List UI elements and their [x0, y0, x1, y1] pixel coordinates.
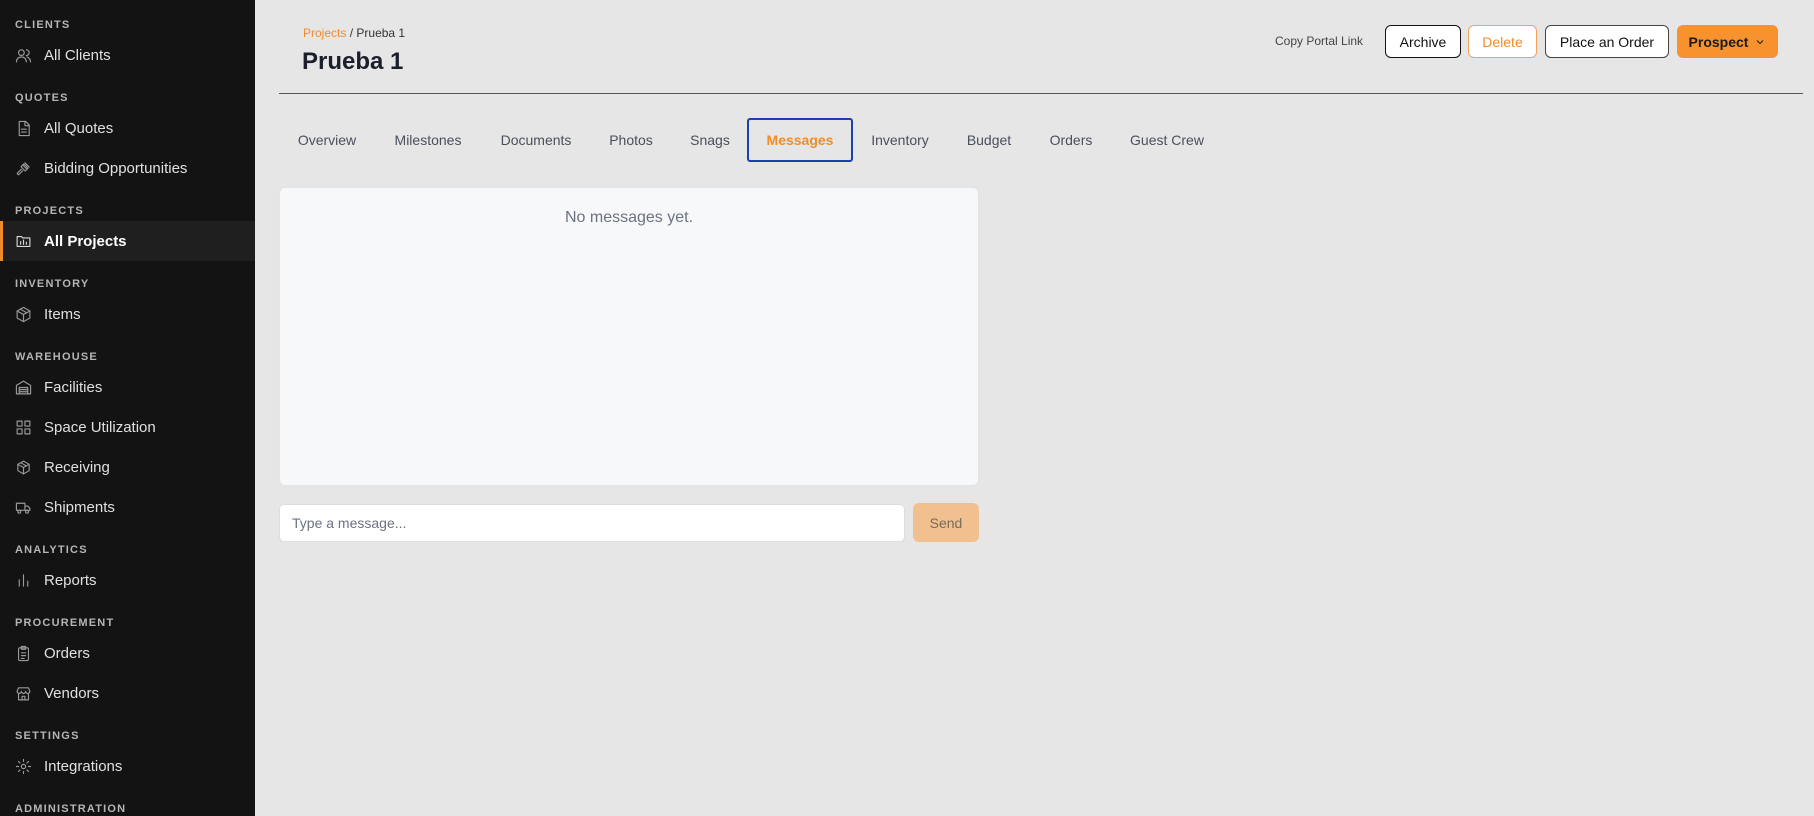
- sidebar-item-label: Integrations: [44, 757, 123, 775]
- gear-icon: [15, 758, 32, 775]
- chevron-down-icon: [1754, 36, 1766, 48]
- bar-chart-icon: [15, 572, 32, 589]
- breadcrumb-current: Prueba 1: [356, 26, 406, 40]
- header-divider: [279, 93, 1803, 94]
- copy-portal-link[interactable]: Copy Portal Link: [1275, 34, 1363, 48]
- sidebar-item-facilities[interactable]: Facilities: [0, 367, 255, 407]
- folder-chart-icon: [15, 233, 32, 250]
- sidebar-item-all-clients[interactable]: All Clients: [0, 35, 255, 75]
- breadcrumb-separator: /: [349, 26, 354, 40]
- tab-inventory[interactable]: Inventory: [862, 118, 938, 162]
- sidebar-item-label: Facilities: [44, 378, 103, 396]
- archive-button[interactable]: Archive: [1385, 25, 1461, 58]
- sidebar-item-label: Shipments: [44, 498, 115, 516]
- section-title-inventory: INVENTORY: [15, 278, 90, 290]
- section-title-quotes: QUOTES: [15, 92, 69, 104]
- sidebar-item-label: Items: [44, 305, 81, 323]
- sidebar-item-label: Bidding Opportunities: [44, 159, 188, 177]
- sidebar-item-label: Orders: [44, 644, 90, 662]
- tab-messages[interactable]: Messages: [747, 118, 853, 162]
- sidebar-item-all-projects[interactable]: All Projects: [0, 221, 255, 261]
- users-icon: [15, 47, 32, 64]
- sidebar-item-vendors[interactable]: Vendors: [0, 673, 255, 713]
- sidebar-item-bidding-opportunities[interactable]: Bidding Opportunities: [0, 148, 255, 188]
- section-title-procurement: PROCUREMENT: [15, 617, 115, 629]
- send-button[interactable]: Send: [913, 503, 979, 542]
- sidebar-item-receiving[interactable]: Receiving: [0, 447, 255, 487]
- sidebar-item-label: All Quotes: [44, 119, 114, 137]
- tab-overview[interactable]: Overview: [286, 118, 368, 162]
- section-title-settings: SETTINGS: [15, 730, 80, 742]
- gavel-icon: [15, 160, 32, 177]
- warehouse-icon: [15, 379, 32, 396]
- truck-icon: [15, 499, 32, 516]
- sidebar-item-space-utilization[interactable]: Space Utilization: [0, 407, 255, 447]
- sidebar-item-reports[interactable]: Reports: [0, 560, 255, 600]
- sidebar: CLIENTS All Clients QUOTES All Quotes Bi…: [0, 0, 255, 816]
- clipboard-icon: [15, 645, 32, 662]
- empty-messages-text: No messages yet.: [564, 209, 694, 226]
- store-icon: [15, 685, 32, 702]
- sidebar-item-label: All Projects: [44, 232, 127, 250]
- sidebar-item-label: All Clients: [44, 46, 111, 64]
- section-title-administration: ADMINISTRATION: [15, 803, 127, 815]
- section-title-warehouse: WAREHOUSE: [15, 351, 98, 363]
- tab-documents[interactable]: Documents: [488, 118, 584, 162]
- sidebar-item-label: Space Utilization: [44, 418, 156, 436]
- sidebar-item-label: Receiving: [44, 458, 110, 476]
- sidebar-item-label: Reports: [44, 571, 97, 589]
- place-order-button[interactable]: Place an Order: [1545, 25, 1669, 58]
- breadcrumb-projects-link[interactable]: Projects: [303, 26, 346, 40]
- delete-button[interactable]: Delete: [1468, 25, 1537, 58]
- section-title-analytics: ANALYTICS: [15, 544, 88, 556]
- sidebar-item-label: Vendors: [44, 684, 100, 702]
- page-title: Prueba 1: [302, 48, 404, 75]
- package-receive-icon: [15, 459, 32, 476]
- status-dropdown-button[interactable]: Prospect: [1677, 25, 1778, 58]
- status-label: Prospect: [1688, 33, 1749, 50]
- box-icon: [15, 306, 32, 323]
- sidebar-item-shipments[interactable]: Shipments: [0, 487, 255, 527]
- message-input[interactable]: [279, 504, 905, 542]
- sidebar-item-all-quotes[interactable]: All Quotes: [0, 108, 255, 148]
- tab-snags[interactable]: Snags: [678, 118, 742, 162]
- grid-icon: [15, 419, 32, 436]
- tab-guest-crew[interactable]: Guest Crew: [1122, 118, 1212, 162]
- breadcrumb: Projects / Prueba 1: [303, 26, 405, 40]
- tab-photos[interactable]: Photos: [598, 118, 664, 162]
- sidebar-item-items[interactable]: Items: [0, 294, 255, 334]
- tab-orders[interactable]: Orders: [1040, 118, 1102, 162]
- sidebar-item-integrations[interactable]: Integrations: [0, 746, 255, 786]
- section-title-projects: PROJECTS: [15, 205, 84, 217]
- tab-budget[interactable]: Budget: [957, 118, 1021, 162]
- section-title-clients: CLIENTS: [15, 19, 71, 31]
- document-icon: [15, 120, 32, 137]
- sidebar-item-orders[interactable]: Orders: [0, 633, 255, 673]
- tab-milestones[interactable]: Milestones: [382, 118, 474, 162]
- messages-panel: No messages yet.: [279, 187, 979, 486]
